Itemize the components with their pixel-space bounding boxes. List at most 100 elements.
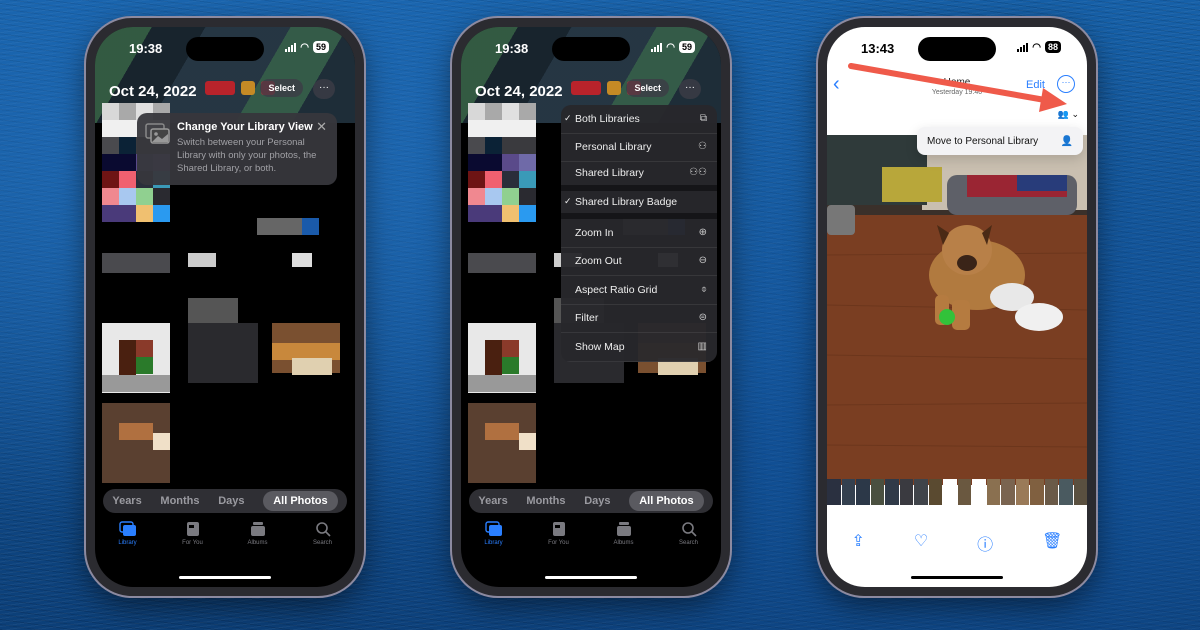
segment-years[interactable]: Years xyxy=(478,495,507,507)
tab-search[interactable]: Search xyxy=(664,521,714,561)
thumbnail[interactable] xyxy=(914,479,928,505)
thumbnail[interactable] xyxy=(1044,479,1058,505)
thumbnail[interactable] xyxy=(841,479,855,505)
segment-days[interactable]: Days xyxy=(218,495,244,507)
home-indicator[interactable] xyxy=(545,576,637,579)
close-icon[interactable]: ✕ xyxy=(316,119,327,135)
thumbnail[interactable] xyxy=(1073,479,1087,505)
photo-thumbnail-pixel xyxy=(468,137,485,154)
date-title: Oct 24, 2022 xyxy=(475,83,563,100)
photo-thumbnail[interactable] xyxy=(502,340,519,357)
tab-albums[interactable]: Albums xyxy=(599,521,649,561)
select-button[interactable]: Select xyxy=(626,79,669,97)
more-button[interactable]: ··· xyxy=(313,79,335,99)
thumbnail[interactable] xyxy=(928,479,942,505)
segment-all-photos[interactable]: All Photos xyxy=(263,491,338,511)
photo-thumbnail[interactable] xyxy=(119,340,136,375)
photo-thumbnail-pixel xyxy=(136,188,153,205)
thumbnail[interactable] xyxy=(957,479,971,505)
photo-thumbnail[interactable] xyxy=(188,323,258,383)
thumbnail[interactable] xyxy=(899,479,913,505)
thumbnail[interactable] xyxy=(1015,479,1029,505)
segment-all-photos[interactable]: All Photos xyxy=(629,491,704,511)
photo-thumbnail-pixel xyxy=(102,188,119,205)
delete-icon[interactable]: 🗑 xyxy=(1042,531,1062,555)
menu-item-zoom-in[interactable]: Zoom In ⊕ xyxy=(561,219,717,248)
menu-item-shared-library-badge[interactable]: ✓ Shared Library Badge xyxy=(561,191,717,219)
segment-months[interactable]: Months xyxy=(526,495,565,507)
annotation-arrow xyxy=(848,63,1067,112)
time-segmented-control[interactable]: Years Months Days All Photos xyxy=(469,489,713,513)
tab-label: For You xyxy=(182,540,203,546)
photo-thumbnail[interactable] xyxy=(468,253,536,273)
tab-search[interactable]: Search xyxy=(298,521,348,561)
thumbnail[interactable] xyxy=(885,479,899,505)
photo-library-icon xyxy=(484,521,503,537)
photo-thumbnail-pixel xyxy=(102,137,119,154)
photo-thumbnail[interactable] xyxy=(292,253,312,267)
home-indicator[interactable] xyxy=(179,576,271,579)
thumbnail[interactable] xyxy=(870,479,884,505)
menu-item-shared-library[interactable]: Shared Library ⚇⚇ xyxy=(561,162,717,191)
for-you-icon xyxy=(184,521,202,537)
time-segmented-control[interactable]: Years Months Days All Photos xyxy=(103,489,347,513)
thumbnail[interactable] xyxy=(1001,479,1015,505)
albums-icon xyxy=(249,521,267,537)
thumbnail[interactable] xyxy=(856,479,870,505)
menu-item-aspect-ratio-grid[interactable]: Aspect Ratio Grid ⌽ xyxy=(561,276,717,305)
photo-thumbnail[interactable] xyxy=(485,340,502,375)
thumbnail[interactable] xyxy=(986,479,1000,505)
segment-days[interactable]: Days xyxy=(584,495,610,507)
tab-bar: Library For You Albums Search xyxy=(461,521,721,561)
menu-item-label: Aspect Ratio Grid xyxy=(575,283,658,296)
menu-item-personal-library[interactable]: Personal Library ⚇ xyxy=(561,134,717,162)
photo-thumbnail[interactable] xyxy=(102,253,170,273)
photo-thumbnail[interactable] xyxy=(485,423,519,440)
photo-thumbnail[interactable] xyxy=(292,358,332,375)
photo-thumbnail[interactable] xyxy=(468,375,536,392)
thumbnail[interactable] xyxy=(827,479,841,505)
menu-item-label: Show Map xyxy=(575,340,625,353)
favorite-icon[interactable]: ♡ xyxy=(914,531,928,555)
search-icon xyxy=(680,521,698,537)
photo-thumbnail[interactable] xyxy=(153,433,170,450)
menu-item-show-map[interactable]: Show Map ▥ xyxy=(561,333,717,362)
photo-thumbnail[interactable] xyxy=(188,298,238,326)
tab-for-you[interactable]: For You xyxy=(168,521,218,561)
tab-library[interactable]: Library xyxy=(469,521,519,561)
status-bar: 19:38 ◠ 59 xyxy=(461,39,721,61)
menu-item-zoom-out[interactable]: Zoom Out ⊖ xyxy=(561,248,717,276)
photo-thumbnail[interactable] xyxy=(519,433,536,450)
segment-years[interactable]: Years xyxy=(112,495,141,507)
menu-item-both-libraries[interactable]: ✓ Both Libraries ⧉ xyxy=(561,105,717,134)
photo-thumbnail[interactable] xyxy=(302,218,319,235)
menu-item-label: Zoom Out xyxy=(575,255,622,268)
photo-thumbnail[interactable] xyxy=(502,357,519,374)
thumbnail-strip[interactable] xyxy=(827,479,1087,505)
info-icon[interactable]: ⓘ xyxy=(977,531,993,555)
photo-thumbnail[interactable] xyxy=(136,357,153,374)
thumbnail[interactable] xyxy=(972,479,986,505)
photo-thumbnail[interactable] xyxy=(102,375,170,392)
thumbnail[interactable] xyxy=(1030,479,1044,505)
library-options-menu: ✓ Both Libraries ⧉ Personal Library ⚇ Shared … xyxy=(561,105,717,362)
tab-for-you[interactable]: For You xyxy=(534,521,584,561)
tab-albums[interactable]: Albums xyxy=(233,521,283,561)
home-indicator[interactable] xyxy=(911,576,1003,579)
more-button[interactable]: ··· xyxy=(679,79,701,99)
thumbnail[interactable] xyxy=(1059,479,1073,505)
dog-photo[interactable] xyxy=(827,135,1087,485)
share-icon[interactable]: ⇪ xyxy=(851,531,864,555)
photo-thumbnail[interactable] xyxy=(119,423,153,440)
move-to-personal-library-item[interactable]: Move to Personal Library 👤 xyxy=(917,127,1083,155)
select-button[interactable]: Select xyxy=(260,79,303,97)
photo-thumbnail[interactable] xyxy=(136,340,153,357)
photo-thumbnail[interactable] xyxy=(188,253,216,267)
tab-library[interactable]: Library xyxy=(103,521,153,561)
segment-months[interactable]: Months xyxy=(160,495,199,507)
menu-item-filter[interactable]: Filter ⊜ xyxy=(561,305,717,333)
tip-title: Change Your Library View xyxy=(177,121,313,133)
person-icon: 👤 xyxy=(1060,135,1073,147)
people-icon: ⚇⚇ xyxy=(689,167,707,179)
thumbnail[interactable] xyxy=(943,479,957,505)
